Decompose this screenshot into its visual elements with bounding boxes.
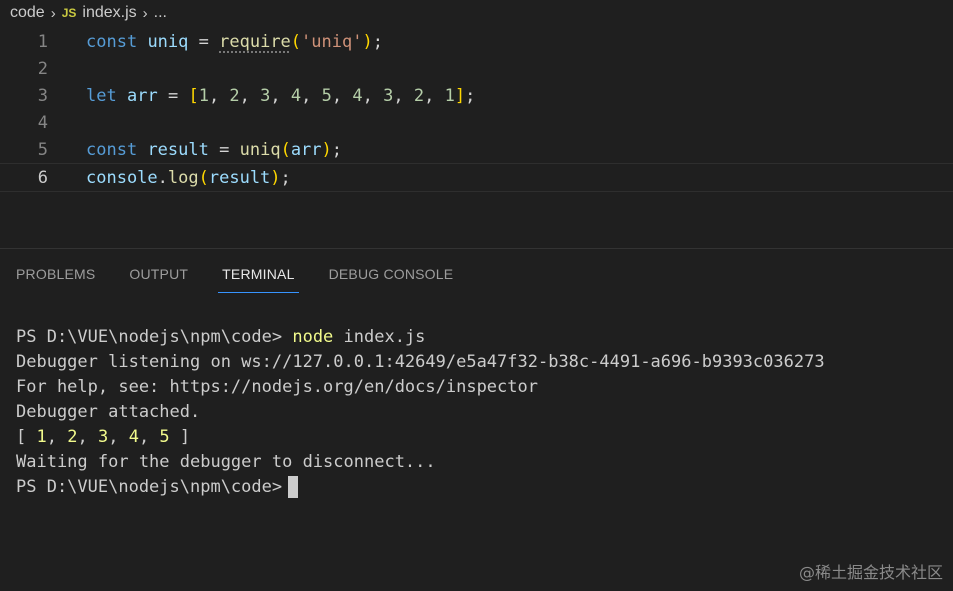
editor-line[interactable]: 3 let arr = [1, 2, 3, 4, 5, 4, 3, 2, 1];	[0, 82, 953, 109]
tab-terminal[interactable]: TERMINAL	[218, 249, 299, 295]
array-value: 5	[159, 427, 170, 447]
editor-line[interactable]: 5 const result = uniq(arr);	[0, 136, 953, 163]
breadcrumb: code › JS index.js › ...	[0, 0, 953, 26]
line-number: 4	[37, 112, 48, 133]
terminal-line: Debugger listening on ws://127.0.0.1:426…	[16, 352, 825, 372]
terminal-cursor	[288, 476, 299, 498]
watermark: @稀土掘金技术社区	[798, 563, 943, 582]
breadcrumb-file[interactable]: JS index.js	[62, 4, 137, 22]
terminal-output-array: [ 1, 2, 3, 4, 5 ]	[16, 427, 191, 447]
array-value: 1	[36, 427, 47, 447]
terminal[interactable]: PS D:\VUE\nodejs\npm\code> node index.js…	[16, 325, 946, 500]
code-line-5: const result = uniq(arr);	[86, 139, 343, 160]
javascript-file-icon: JS	[61, 6, 77, 20]
terminal-line: PS D:\VUE\nodejs\npm\code> node index.js	[16, 325, 946, 350]
line-number: 2	[37, 58, 48, 79]
breadcrumb-more[interactable]: ...	[154, 4, 167, 22]
terminal-command-args: index.js	[333, 327, 426, 347]
editor-line[interactable]: 2	[0, 55, 953, 82]
tab-problems[interactable]: PROBLEMS	[16, 249, 95, 295]
editor-line-active[interactable]: 6 console.log(result);	[0, 163, 953, 192]
terminal-line: For help, see: https://nodejs.org/en/doc…	[16, 377, 538, 397]
line-number: 6	[37, 167, 48, 188]
editor-line[interactable]: 1 const uniq = require('uniq');	[0, 28, 953, 55]
terminal-command: node	[292, 327, 334, 347]
panel-tab-bar: PROBLEMS OUTPUT TERMINAL DEBUG CONSOLE	[0, 249, 953, 295]
terminal-line: PS D:\VUE\nodejs\npm\code>	[16, 475, 946, 500]
breadcrumb-file-label: index.js	[82, 4, 137, 21]
terminal-prompt: PS D:\VUE\nodejs\npm\code>	[16, 477, 283, 497]
array-value: 2	[67, 427, 78, 447]
code-line-6: console.log(result);	[86, 167, 291, 188]
tab-output[interactable]: OUTPUT	[129, 249, 188, 295]
code-line-3: let arr = [1, 2, 3, 4, 5, 4, 3, 2, 1];	[86, 85, 476, 106]
terminal-prompt: PS D:\VUE\nodejs\npm\code>	[16, 327, 293, 347]
chevron-right-icon: ›	[50, 4, 56, 22]
chevron-right-icon: ›	[142, 4, 148, 22]
editor-line[interactable]: 4	[0, 109, 953, 136]
tab-debug-console[interactable]: DEBUG CONSOLE	[329, 249, 454, 295]
code-line-1: const uniq = require('uniq');	[86, 31, 383, 52]
array-close: ]	[169, 427, 191, 447]
code-editor[interactable]: 1 const uniq = require('uniq'); 2 3 let …	[0, 28, 953, 248]
line-number: 5	[37, 139, 48, 160]
line-number: 3	[37, 85, 48, 106]
array-open: [	[16, 427, 37, 447]
terminal-line: Debugger attached.	[16, 402, 201, 422]
array-value: 3	[97, 427, 109, 447]
line-number: 1	[37, 31, 48, 52]
terminal-line: Waiting for the debugger to disconnect..…	[16, 452, 436, 472]
breadcrumb-folder[interactable]: code	[10, 4, 45, 22]
array-value: 4	[128, 427, 139, 447]
